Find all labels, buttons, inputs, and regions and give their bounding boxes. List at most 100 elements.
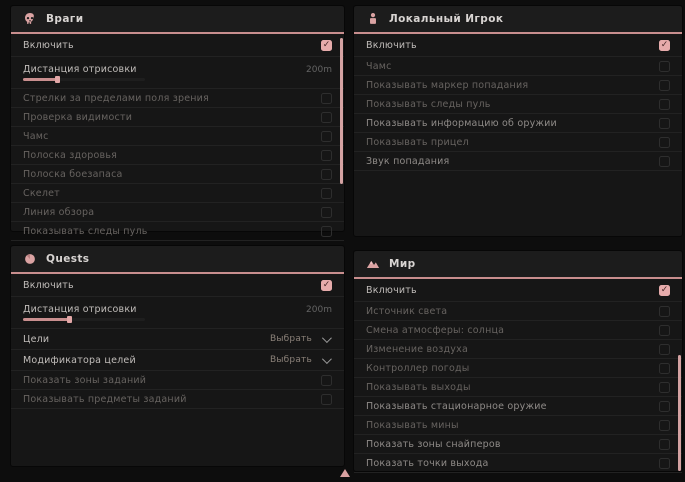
checkbox[interactable] (321, 112, 332, 123)
checkbox[interactable] (321, 169, 332, 180)
slider-track[interactable] (23, 78, 145, 81)
slider-value: 200m (306, 65, 332, 75)
setting-row[interactable]: Показывать предметы заданий (11, 390, 344, 409)
checkbox[interactable] (659, 401, 670, 412)
checkbox[interactable] (659, 344, 670, 355)
slider-fill (23, 78, 57, 81)
setting-row[interactable]: Полоска здоровья (11, 146, 344, 165)
select-row: ЦелиВыбрать (11, 329, 344, 350)
checkbox[interactable] (659, 80, 670, 91)
checkbox[interactable] (321, 226, 332, 237)
dropdown[interactable]: Выбрать (270, 355, 329, 365)
setting-row[interactable]: Проверка видимости (11, 108, 344, 127)
panel-title: Мир (389, 258, 416, 270)
setting-row[interactable]: Показать точки выхода (354, 454, 682, 473)
setting-row[interactable]: Показывать информацию об оружии (354, 114, 682, 133)
checkbox[interactable] (321, 375, 332, 386)
checkbox[interactable] (659, 439, 670, 450)
setting-label: Включить (23, 40, 321, 51)
setting-label: Изменение воздуха (366, 344, 659, 355)
checkbox[interactable] (321, 131, 332, 142)
checkbox[interactable] (659, 156, 670, 167)
setting-row[interactable]: Чамс (11, 127, 344, 146)
setting-row[interactable]: Показывать маркер попадания (354, 76, 682, 95)
setting-row[interactable]: Показывать следы пуль (354, 95, 682, 114)
setting-label: Показывать мины (366, 420, 659, 431)
setting-label: Чамс (23, 131, 321, 142)
setting-label: Включить (366, 285, 659, 296)
setting-row[interactable]: Показывать стационарное оружие (354, 397, 682, 416)
setting-row[interactable]: Показать зоны снайперов (354, 435, 682, 454)
setting-row[interactable]: Включить✓ (354, 34, 682, 57)
slider-thumb[interactable] (55, 76, 60, 83)
checkbox[interactable]: ✓ (321, 40, 332, 51)
panel-title: Враги (46, 13, 83, 25)
checkbox[interactable] (321, 93, 332, 104)
setting-label: Показывать следы пуль (366, 99, 659, 110)
panel-body-world: Включить✓Источник светаСмена атмосферы: … (354, 279, 682, 473)
setting-row[interactable]: Включить✓ (11, 34, 344, 57)
slider-thumb[interactable] (67, 316, 72, 323)
setting-label: Полоска боезапаса (23, 169, 321, 180)
setting-label: Показывать информацию об оружии (366, 118, 659, 129)
checkbox[interactable] (659, 118, 670, 129)
setting-row[interactable]: Изменение воздуха (354, 340, 682, 359)
checkbox[interactable] (659, 325, 670, 336)
setting-label: Показать точки выхода (366, 458, 659, 469)
checkbox[interactable] (321, 188, 332, 199)
checkbox[interactable] (659, 420, 670, 431)
setting-row[interactable]: Чамс (354, 57, 682, 76)
checkbox[interactable] (659, 137, 670, 148)
setting-label: Смена атмосферы: солнца (366, 325, 659, 336)
checkbox[interactable] (659, 458, 670, 469)
setting-row[interactable]: Контроллер погоды (354, 359, 682, 378)
setting-row[interactable]: Показывать прицел (354, 133, 682, 152)
setting-label: Полоска здоровья (23, 150, 321, 161)
setting-row[interactable]: Показать зоны заданий (11, 371, 344, 390)
setting-label: Показать зоны заданий (23, 375, 321, 386)
checkbox[interactable]: ✓ (659, 40, 670, 51)
slider-track[interactable] (23, 318, 145, 321)
setting-label: Включить (366, 40, 659, 51)
setting-row[interactable]: Смена атмосферы: солнца (354, 321, 682, 340)
checkbox[interactable] (321, 394, 332, 405)
setting-label: Источник света (366, 306, 659, 317)
setting-row[interactable]: Звук попадания (354, 152, 682, 171)
checkbox[interactable] (321, 150, 332, 161)
checkbox[interactable] (659, 382, 670, 393)
chevron-down-icon (322, 354, 332, 364)
slider-row: Дистанция отрисовки200m (11, 57, 344, 89)
checkbox[interactable] (659, 61, 670, 72)
setting-row[interactable]: Скелет (11, 184, 344, 203)
checkbox[interactable]: ✓ (321, 280, 332, 291)
setting-label: Цели (23, 334, 270, 345)
mountain-icon (366, 257, 380, 271)
checkbox[interactable] (321, 207, 332, 218)
panel-body-local: Включить✓ЧамсПоказывать маркер попадания… (354, 34, 682, 171)
scrollbar-thumb[interactable] (678, 355, 681, 471)
checkbox[interactable] (659, 99, 670, 110)
scrollbar-thumb[interactable] (340, 38, 343, 184)
setting-row[interactable]: Показывать мины (354, 416, 682, 435)
setting-row[interactable]: Включить✓ (354, 279, 682, 302)
setting-row[interactable]: Линия обзора (11, 203, 344, 222)
dropdown[interactable]: Выбрать (270, 334, 329, 344)
setting-row[interactable]: Стрелки за пределами поля зрения (11, 89, 344, 108)
checkbox[interactable] (659, 306, 670, 317)
setting-label: Показывать следы пуль (23, 226, 321, 237)
person-icon (366, 12, 380, 26)
resize-handle[interactable] (340, 469, 350, 477)
slider-label-line: Дистанция отрисовки200m (23, 64, 332, 75)
checkbox[interactable] (659, 363, 670, 374)
setting-row[interactable]: Полоска боезапаса (11, 165, 344, 184)
setting-row[interactable]: Источник света (354, 302, 682, 321)
setting-row[interactable]: Показывать следы пуль (11, 222, 344, 241)
checkbox[interactable]: ✓ (659, 285, 670, 296)
setting-row[interactable]: Показывать выходы (354, 378, 682, 397)
chevron-down-icon (322, 333, 332, 343)
setting-label: Скелет (23, 188, 321, 199)
quest-icon (23, 252, 37, 266)
setting-label: Чамс (366, 61, 659, 72)
setting-row[interactable]: Включить✓ (11, 274, 344, 297)
panel-header-enemies: Враги (11, 6, 344, 34)
